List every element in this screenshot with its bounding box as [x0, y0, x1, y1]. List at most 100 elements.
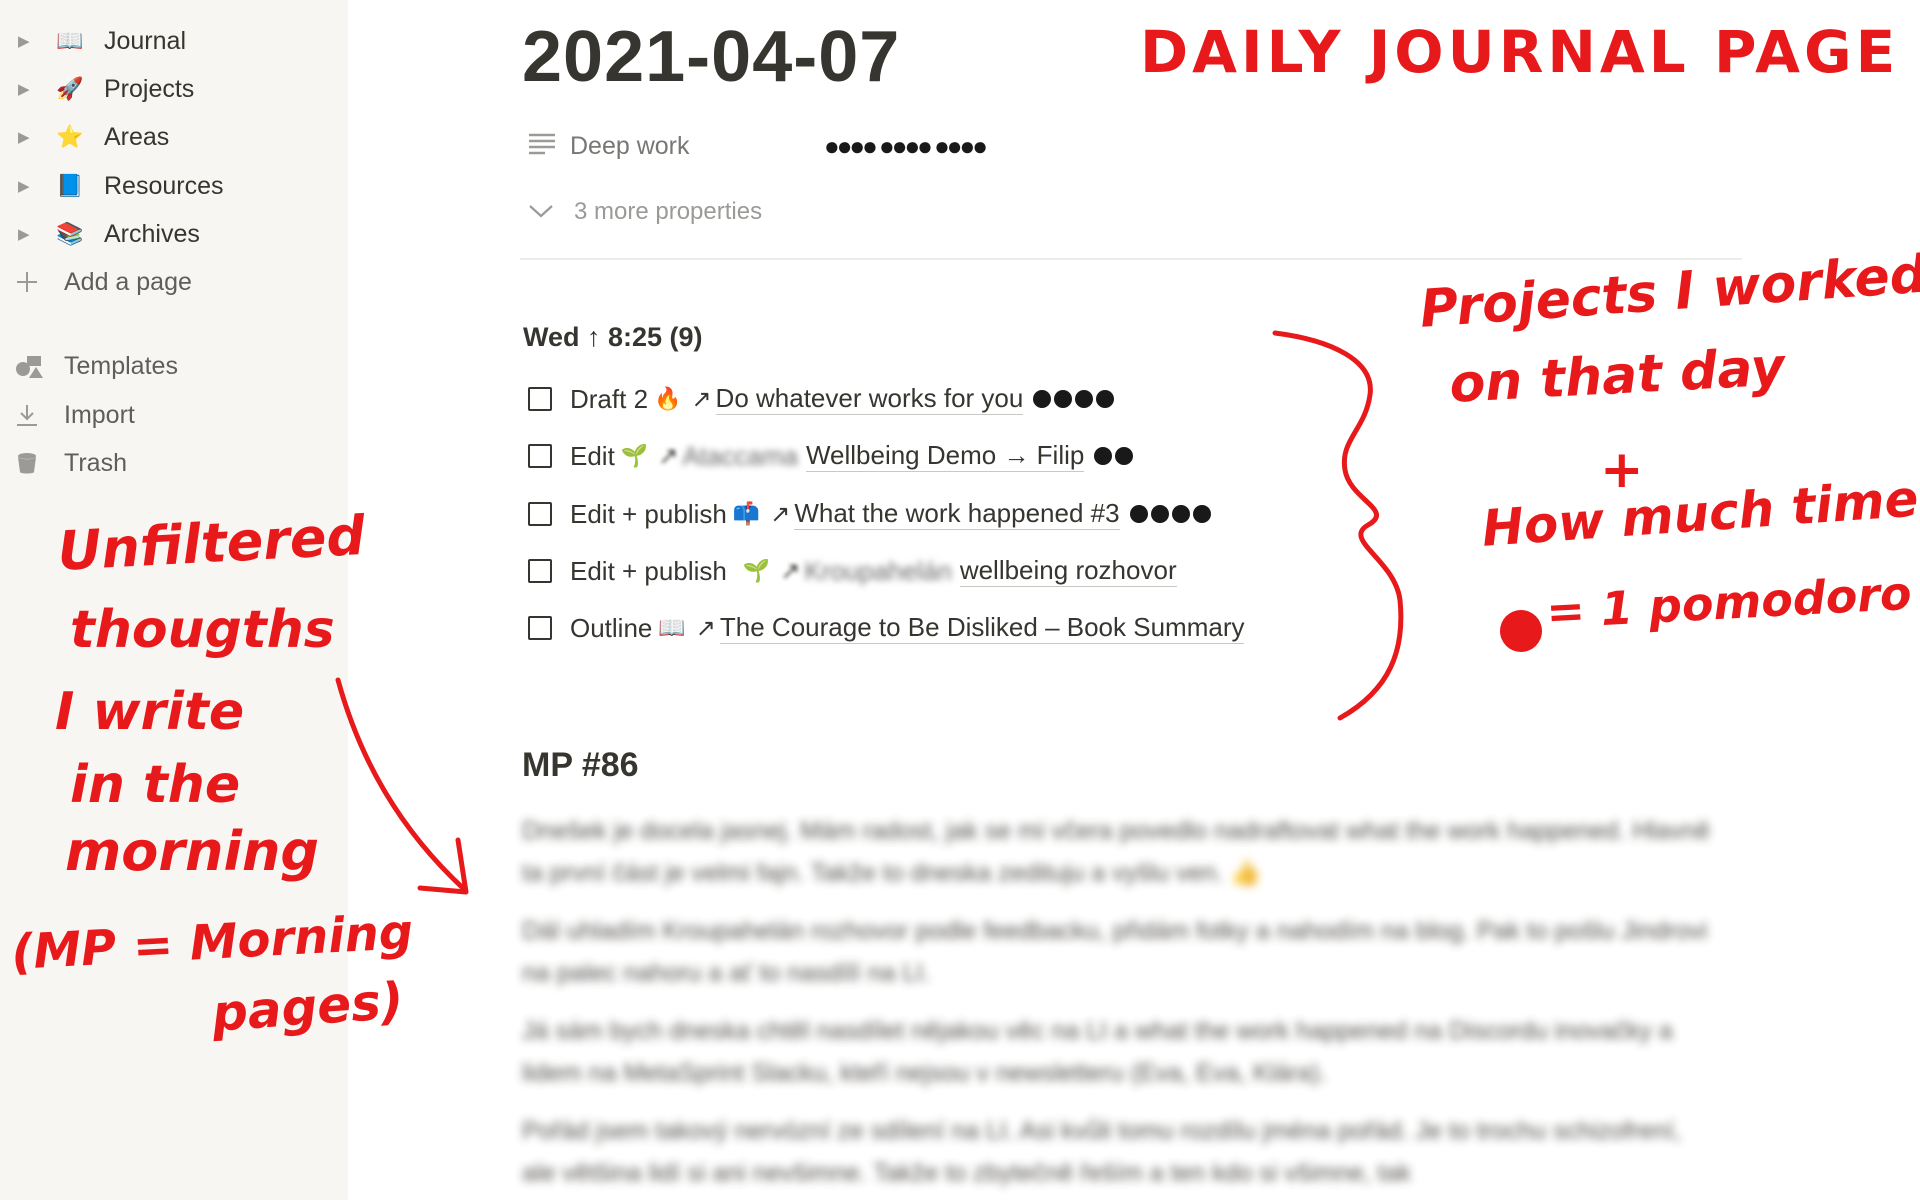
pomodoro-dot	[1096, 390, 1115, 408]
books-icon: 📚	[56, 221, 84, 246]
pomodoro-dots	[1129, 505, 1214, 523]
sidebar-trash[interactable]: Trash	[0, 443, 348, 483]
link-arrow-icon: ↗	[780, 557, 801, 585]
todo-action: Edit	[570, 440, 615, 471]
pomodoro-dots	[1094, 447, 1136, 465]
mp-heading[interactable]: MP #86	[522, 746, 639, 785]
todo-action: Outline	[570, 612, 653, 643]
annotation-mp-line: pages)	[210, 971, 406, 1043]
sidebar-item-label: Projects	[104, 74, 195, 103]
day-heading[interactable]: Wed ↑ 8:25 (9)	[523, 322, 703, 353]
todo-page-link[interactable]: What the work happened #3	[794, 498, 1120, 530]
sidebar-item-areas[interactable]: ▶ ⭐ Areas	[0, 117, 348, 157]
link-arrow-icon: ↗	[658, 442, 679, 470]
sidebar-item-archives[interactable]: ▶ 📚 Archives	[0, 214, 348, 254]
sidebar-item-projects[interactable]: ▶ 🚀 Projects	[0, 69, 348, 109]
property-name: Deep work	[570, 131, 690, 160]
todo-checkbox[interactable]	[528, 559, 552, 583]
todo-item: Edit + publish 🌱 ↗ Kroupahelán wellbeing…	[528, 551, 1177, 591]
red-dot-legend	[1500, 610, 1542, 652]
pomodoro-dot	[1171, 505, 1190, 523]
todo-checkbox[interactable]	[528, 387, 552, 411]
property-value[interactable]: ●●●● ●●●● ●●●●	[824, 131, 988, 162]
todo-page-link[interactable]: wellbeing rozhovor	[959, 555, 1177, 587]
star-icon: ⭐	[56, 124, 84, 149]
blurred-paragraph[interactable]: Dnešek je docela jasnej. Mám radost, jak…	[522, 810, 1712, 894]
pomodoro-dot	[1150, 505, 1169, 523]
chevron-right-icon[interactable]: ▶	[18, 128, 46, 146]
seedling-icon: 🌱	[620, 443, 649, 468]
add-page-button[interactable]: Add a page	[0, 262, 348, 302]
todo-item: Edit + publish 📫 ↗ What the work happene…	[528, 494, 1214, 534]
blurred-paragraph[interactable]: Já sám bych dneska chtěl nasdílet nějako…	[522, 1010, 1712, 1094]
annotation-mp-line: morning	[65, 820, 320, 883]
pomodoro-dot	[1033, 390, 1052, 408]
annotation-title-note: DAILY JOURNAL PAGE	[1140, 18, 1900, 86]
chevron-right-icon[interactable]: ▶	[18, 225, 46, 243]
more-properties-label: 3 more properties	[574, 198, 763, 225]
todo-item: Outline 📖 ↗ The Courage to Be Disliked –…	[528, 608, 1245, 648]
trash-icon	[14, 450, 62, 476]
sidebar-item-label: Archives	[104, 219, 200, 248]
todo-action: Edit + publish	[570, 498, 727, 529]
page-title[interactable]: 2021-04-07	[522, 16, 900, 98]
sidebar-item-label: Areas	[104, 122, 170, 151]
sidebar-item-resources[interactable]: ▶ 📘 Resources	[0, 166, 348, 206]
todo-checkbox[interactable]	[528, 616, 552, 640]
annotation-projects-line: How much time	[1480, 469, 1920, 558]
todo-item: Draft 2 🔥 ↗ Do whatever works for you	[528, 379, 1117, 419]
trash-label: Trash	[64, 448, 127, 477]
link-arrow-icon: ↗	[695, 614, 716, 642]
annotation-mp-line: I write	[55, 682, 245, 742]
blue-book-icon: 📘	[56, 173, 84, 198]
blurred-paragraph[interactable]: Pořád jsem takový nervózní ze sdílení na…	[522, 1110, 1712, 1194]
todo-page-link[interactable]: Wellbeing Demo → Filip	[805, 440, 1085, 472]
rocket-icon: 🚀	[56, 76, 84, 101]
mailbox-icon: 📫	[732, 501, 761, 526]
todo-page-link[interactable]: Do whatever works for you	[715, 383, 1024, 415]
annotation-mp-line: in the	[70, 755, 241, 815]
download-icon	[14, 402, 62, 428]
sidebar-templates[interactable]: Templates	[0, 346, 348, 386]
link-arrow-icon: ↗	[770, 500, 791, 528]
open-book-icon: 📖	[56, 28, 84, 53]
seedling-icon: 🌱	[742, 558, 771, 583]
pomodoro-dot	[1054, 390, 1073, 408]
import-label: Import	[64, 400, 135, 429]
sidebar-item-label: Resources	[104, 171, 224, 200]
chevron-down-icon	[528, 198, 554, 226]
todo-page-link[interactable]: The Courage to Be Disliked – Book Summar…	[719, 612, 1245, 644]
todo-checkbox[interactable]	[528, 444, 552, 468]
templates-icon	[14, 353, 62, 379]
todo-blurred-text: Kroupahelán	[804, 555, 952, 586]
annotation-mp-line: thougths	[70, 600, 335, 660]
sidebar-item-journal[interactable]: ▶ 📖 Journal	[0, 21, 348, 61]
todo-action: Draft 2	[570, 383, 649, 414]
todo-item: Edit 🌱 ↗ Ataccama Wellbeing Demo → Filip	[528, 436, 1136, 476]
chevron-right-icon[interactable]: ▶	[18, 177, 46, 195]
open-book-icon: 📖	[658, 615, 686, 640]
link-arrow-icon: ↗	[691, 385, 712, 413]
divider	[520, 258, 1742, 260]
pomodoro-dot	[1115, 447, 1134, 465]
text-lines-icon	[528, 132, 556, 161]
templates-label: Templates	[64, 351, 178, 380]
todo-blurred-text: Ataccama	[682, 440, 798, 471]
chevron-right-icon[interactable]: ▶	[18, 32, 46, 50]
pomodoro-dot	[1094, 447, 1113, 465]
add-page-label: Add a page	[64, 267, 192, 296]
more-properties-toggle[interactable]: 3 more properties	[528, 198, 762, 226]
chevron-right-icon[interactable]: ▶	[18, 80, 46, 98]
pomodoro-dot	[1075, 390, 1094, 408]
todo-checkbox[interactable]	[528, 502, 552, 526]
sidebar-item-label: Journal	[104, 26, 186, 55]
annotation-projects-line: on that day	[1448, 337, 1787, 415]
property-row-deep-work[interactable]: Deep work ●●●● ●●●● ●●●●	[528, 128, 988, 164]
pomodoro-dot	[1129, 505, 1148, 523]
pomodoro-dots	[1033, 390, 1117, 408]
pomodoro-dot	[1192, 505, 1211, 523]
todo-action: Edit + publish	[570, 555, 727, 586]
fire-icon: 🔥	[654, 386, 682, 411]
blurred-paragraph[interactable]: Dál uhladím Kroupahelán rozhovor podle f…	[522, 910, 1712, 994]
sidebar-import[interactable]: Import	[0, 395, 348, 435]
